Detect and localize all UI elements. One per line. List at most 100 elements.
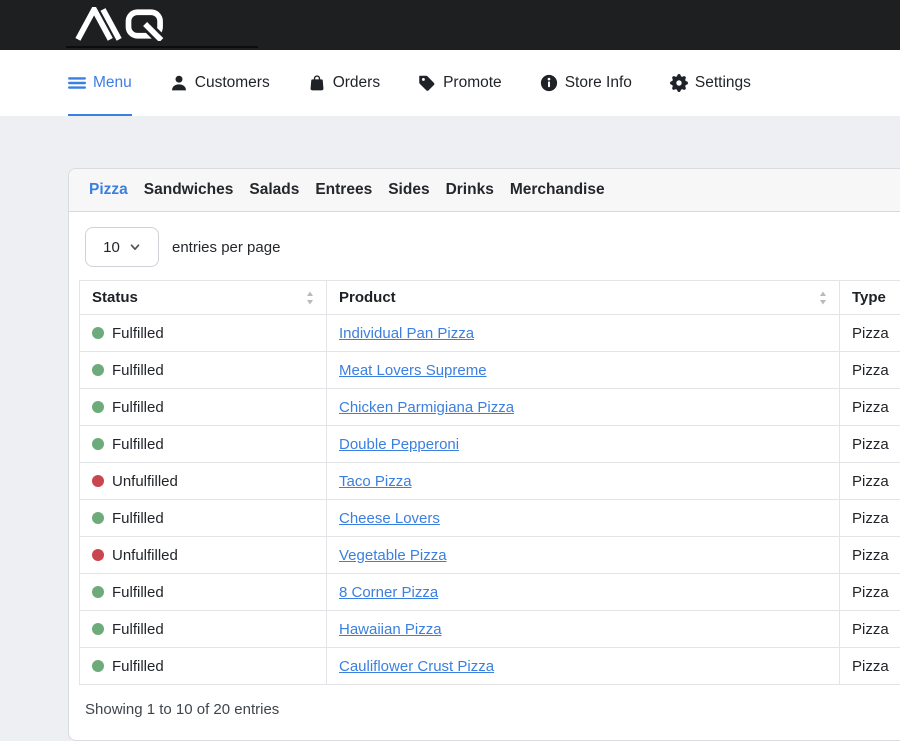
status-label: Unfulfilled [112,473,178,490]
logo-underline [66,46,258,48]
main-nav: Menu Customers Orders Promote Store Info Sett… [0,50,900,116]
tag-icon [418,74,436,92]
status-dot [92,475,104,487]
status-dot [92,364,104,376]
status-dot [92,401,104,413]
type-cell: Pizza [840,611,900,648]
tab-sides[interactable]: Sides [388,181,429,199]
status-cell: Fulfilled [80,611,327,648]
type-cell: Pizza [840,463,900,500]
page-size-value: 10 [103,239,120,256]
type-cell: Pizza [840,500,900,537]
entries-per-page-label: entries per page [172,239,280,256]
tab-entrees[interactable]: Entrees [315,181,372,199]
table-row: Fulfilled Meat Lovers Supreme Pizza [80,352,900,389]
nav-item-label: Orders [333,74,380,92]
type-cell: Pizza [840,537,900,574]
product-cell: Cheese Lovers [327,500,840,537]
status-label: Fulfilled [112,362,164,379]
table-row: Unfulfilled Taco Pizza Pizza [80,463,900,500]
nav-item-label: Menu [93,74,132,92]
status-dot [92,586,104,598]
product-cell: 8 Corner Pizza [327,574,840,611]
product-link[interactable]: Double Pepperoni [339,436,459,453]
nav-item-label: Settings [695,74,751,92]
status-cell: Unfulfilled [80,537,327,574]
tab-merchandise[interactable]: Merchandise [510,181,605,199]
type-cell: Pizza [840,352,900,389]
product-link[interactable]: 8 Corner Pizza [339,584,438,601]
nav-item-settings[interactable]: Settings [670,50,751,116]
product-link[interactable]: Vegetable Pizza [339,547,447,564]
status-label: Fulfilled [112,621,164,638]
table-row: FulfilledIndividual Pan PizzaPizza [80,315,900,352]
info-icon [540,74,558,92]
nav-item-promote[interactable]: Promote [418,50,502,116]
menu-card: Pizza Sandwiches Salads Entrees Sides Drinks M… [68,168,900,741]
status-dot [92,549,104,561]
card-body: 10 entries per page StatusProductType Fu… [69,212,900,740]
table-row: Unfulfilled Vegetable Pizza Pizza [80,537,900,574]
bag-icon [308,74,326,92]
aiq-logo [68,7,172,41]
tab-drinks[interactable]: Drinks [446,181,494,199]
status-dot [92,438,104,450]
type-cell: Pizza [840,389,900,426]
status-label: Fulfilled [112,399,164,416]
status-cell: Fulfilled [80,648,327,685]
status-dot [92,623,104,635]
tab-sandwiches[interactable]: Sandwiches [144,181,234,199]
status-label: Fulfilled [112,510,164,527]
nav-item-label: Store Info [565,74,632,92]
nav-item-orders[interactable]: Orders [308,50,380,116]
nav-item-customers[interactable]: Customers [170,50,270,116]
type-cell: Pizza [840,648,900,685]
column-header-type: Type [840,281,900,315]
product-link[interactable]: Cheese Lovers [339,510,440,527]
product-cell: Chicken Parmigiana Pizza [327,389,840,426]
product-link[interactable]: Meat Lovers Supreme [339,362,487,379]
product-link[interactable]: Chicken Parmigiana Pizza [339,399,514,416]
status-dot [92,512,104,524]
table-header-row: StatusProductType [80,281,900,315]
status-cell: Unfulfilled [80,463,327,500]
table-row: Fulfilled 8 Corner Pizza Pizza [80,574,900,611]
status-cell: Fulfilled [80,500,327,537]
tab-pizza[interactable]: Pizza [89,181,128,199]
table-row: Fulfilled Cauliflower Crust Pizza Pizza [80,648,900,685]
product-link[interactable]: Cauliflower Crust Pizza [339,658,494,675]
product-cell: Taco Pizza [327,463,840,500]
nav-item-menu[interactable]: Menu [68,50,132,116]
product-cell: Individual Pan Pizza [327,315,840,352]
nav-item-store-info[interactable]: Store Info [540,50,632,116]
table-summary: Showing 1 to 10 of 20 entries [85,701,900,718]
table-body: FulfilledIndividual Pan PizzaPizzaFulfil… [80,315,900,685]
type-cell: Pizza [840,574,900,611]
status-label: Fulfilled [112,584,164,601]
tab-salads[interactable]: Salads [249,181,299,199]
product-link[interactable]: Individual Pan Pizza [339,325,474,342]
chevron-down-icon [129,241,141,253]
type-cell: Pizza [840,426,900,463]
product-cell: Meat Lovers Supreme [327,352,840,389]
product-cell: Hawaiian Pizza [327,611,840,648]
nav-item-label: Customers [195,74,270,92]
hamburger-icon [68,74,86,92]
entries-per-page-row: 10 entries per page [85,227,900,267]
product-cell: Double Pepperoni [327,426,840,463]
product-link[interactable]: Hawaiian Pizza [339,621,442,638]
page-size-select[interactable]: 10 [85,227,159,267]
category-tabs: Pizza Sandwiches Salads Entrees Sides Drinks M… [69,169,900,212]
table-row: Fulfilled Hawaiian Pizza Pizza [80,611,900,648]
status-label: Fulfilled [112,436,164,453]
status-label: Unfulfilled [112,547,178,564]
nav-item-label: Promote [443,74,502,92]
product-cell: Cauliflower Crust Pizza [327,648,840,685]
products-table: StatusProductType FulfilledIndividual Pa… [79,280,900,685]
column-header-product[interactable]: Product [327,281,840,315]
product-link[interactable]: Taco Pizza [339,473,412,490]
status-label: Fulfilled [112,658,164,675]
column-header-status[interactable]: Status [80,281,327,315]
status-dot [92,660,104,672]
status-cell: Fulfilled [80,352,327,389]
